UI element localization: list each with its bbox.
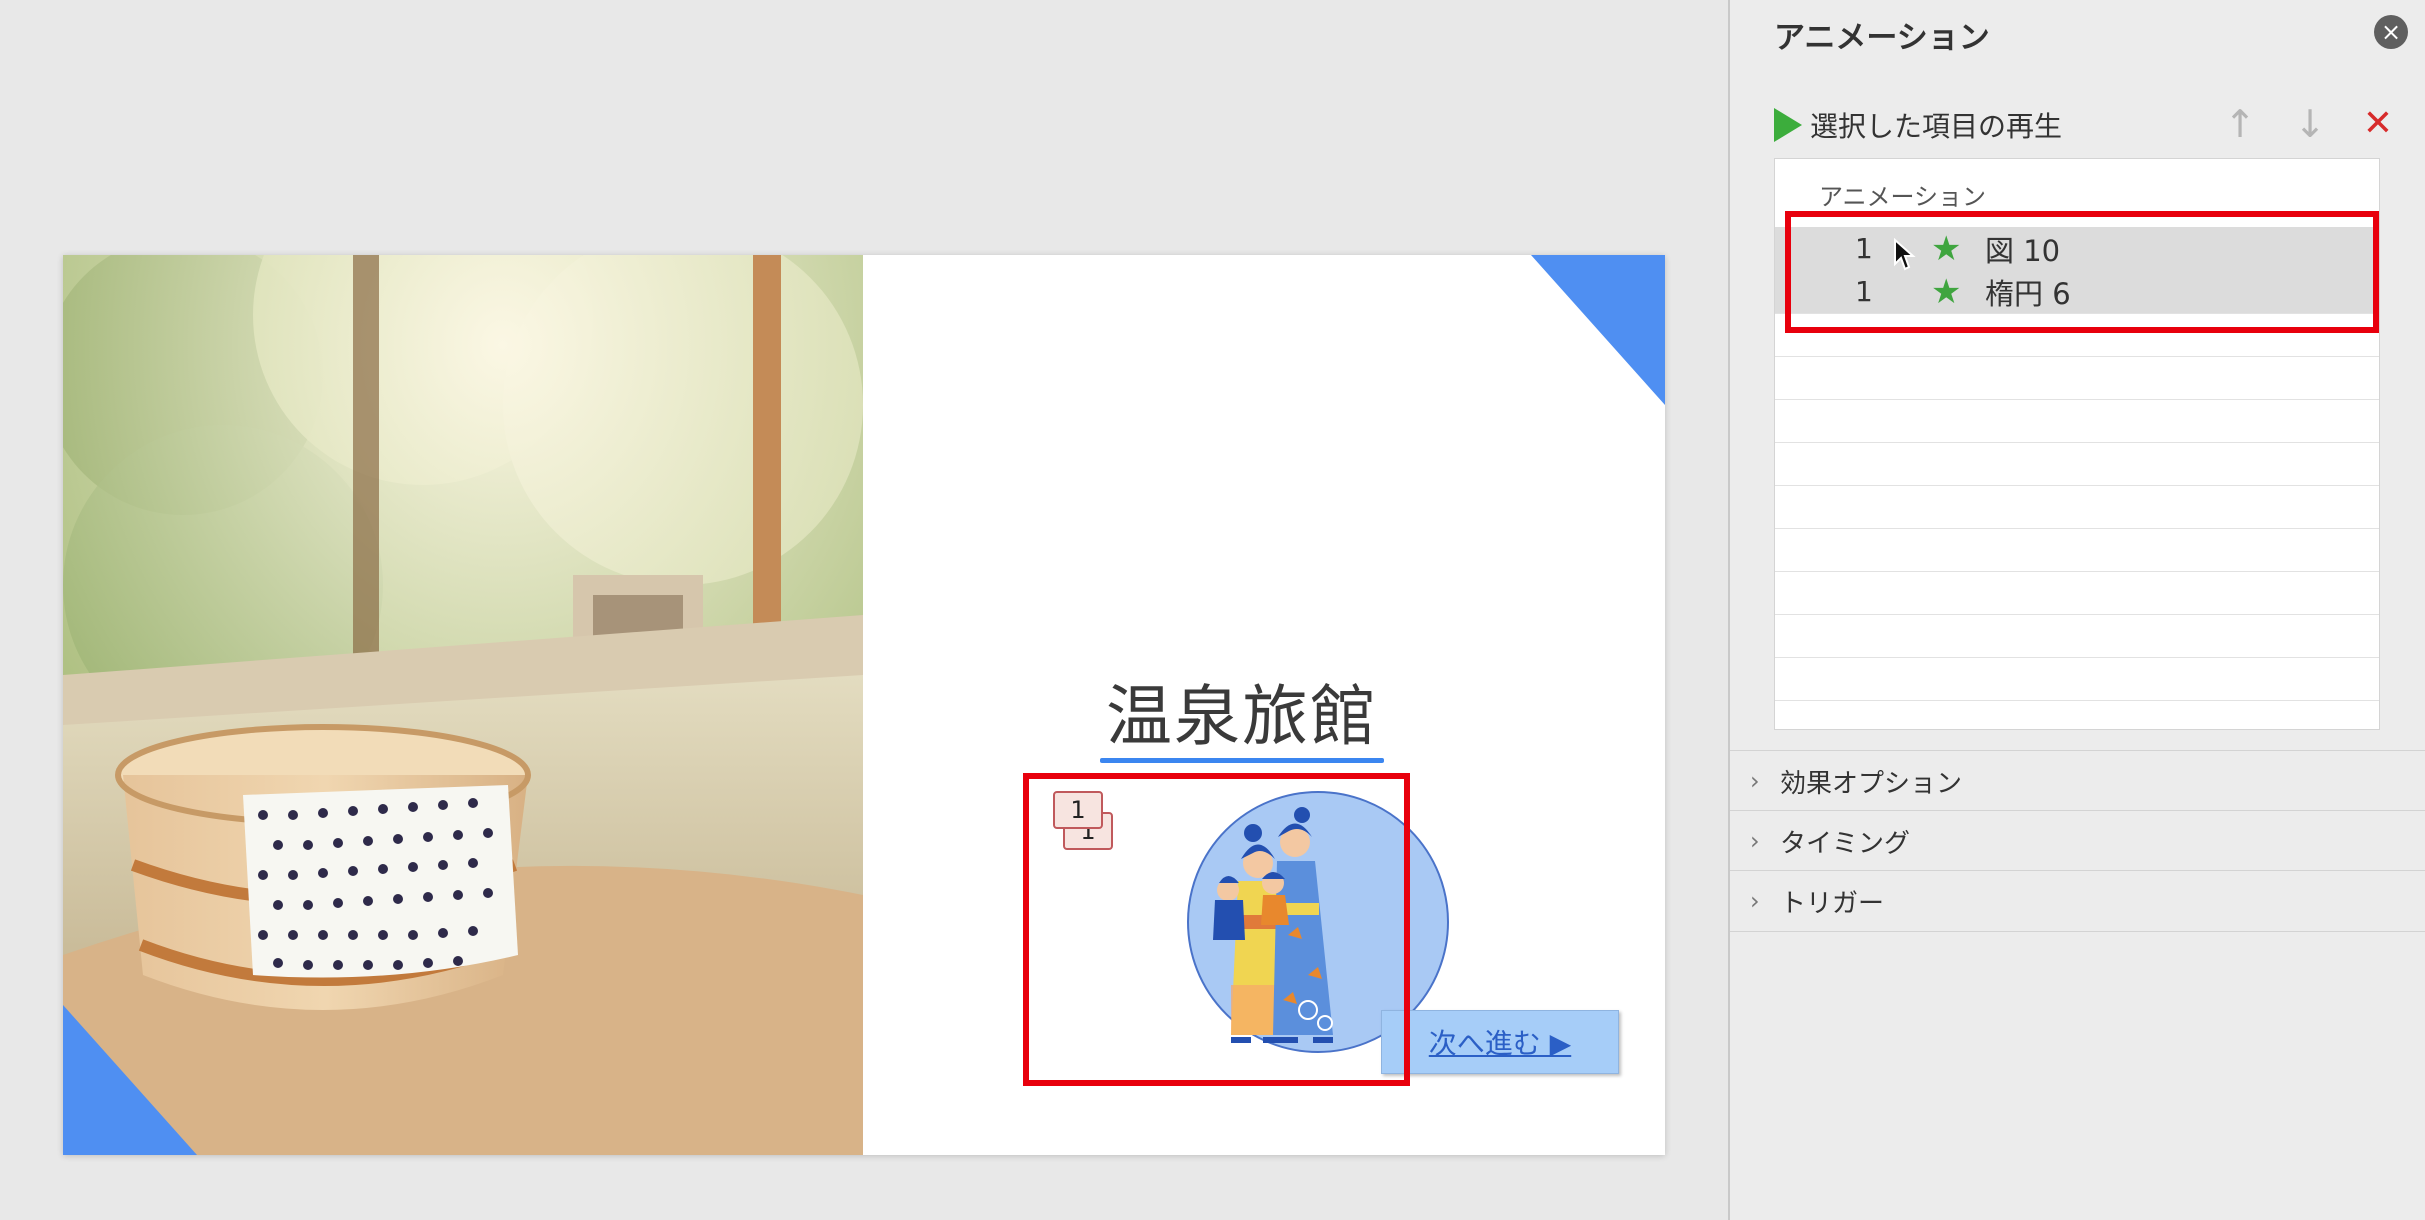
animation-order: 1 — [1855, 275, 1873, 308]
chevron-right-icon: › — [1750, 767, 1760, 795]
empty-list-row — [1775, 442, 2379, 486]
section-trigger[interactable]: › トリガー — [1730, 870, 2425, 932]
play-selected-label: 選択した項目の再生 — [1810, 110, 2063, 143]
section-label: 効果オプション — [1780, 768, 1963, 799]
play-icon — [1774, 108, 1802, 142]
corner-triangle-top-right — [1531, 255, 1665, 405]
animation-target-name: 図 10 — [1985, 233, 2061, 268]
slide-title[interactable]: 温泉旅館 — [1097, 663, 1387, 759]
animation-order-tag-front: 1 — [1053, 791, 1103, 829]
animation-list-item[interactable]: 1 ★ 楕円 6 — [1775, 270, 2379, 313]
slide-canvas: 温泉旅館 1 1 次へ進む ▶ — [0, 0, 1728, 1220]
animation-list: アニメーション 1 ★ 図 10 1 ★ 楕円 6 — [1774, 158, 2380, 730]
entrance-effect-star-icon: ★ — [1931, 228, 1962, 269]
empty-list-row — [1775, 399, 2379, 443]
move-down-arrow-icon[interactable]: ↓ — [2290, 104, 2330, 144]
section-label: トリガー — [1780, 888, 1885, 919]
chevron-right-icon: › — [1750, 827, 1760, 855]
title-underline — [1100, 758, 1384, 763]
close-icon[interactable]: × — [2374, 15, 2408, 49]
animation-pane: アニメーション × 選択した項目の再生 ↑ ↓ ✕ アニメーション 1 ★ 図 … — [1728, 0, 2425, 1220]
section-label: タイミング — [1780, 828, 1911, 859]
section-effect-options[interactable]: › 効果オプション — [1730, 750, 2425, 811]
empty-list-row — [1775, 485, 2379, 529]
empty-list-row — [1775, 528, 2379, 572]
section-timing[interactable]: › タイミング — [1730, 810, 2425, 871]
next-button[interactable]: 次へ進む ▶ — [1381, 1010, 1619, 1074]
animation-list-header: アニメーション — [1819, 183, 1987, 211]
animation-target-name: 楕円 6 — [1985, 276, 2071, 311]
pane-title: アニメーション — [1774, 20, 1990, 56]
slide[interactable]: 温泉旅館 1 1 次へ進む ▶ — [63, 255, 1665, 1155]
move-up-arrow-icon[interactable]: ↑ — [2220, 104, 2260, 144]
empty-list-row — [1775, 313, 2379, 357]
corner-triangle-bottom-left — [63, 1005, 197, 1155]
empty-list-row — [1775, 700, 2379, 744]
play-selected-button[interactable]: 選択した項目の再生 — [1774, 104, 2062, 146]
empty-list-row — [1775, 657, 2379, 701]
animation-list-item[interactable]: 1 ★ 図 10 — [1775, 227, 2379, 270]
empty-list-row — [1775, 356, 2379, 400]
mouse-cursor-icon — [1894, 238, 1916, 271]
empty-list-row — [1775, 571, 2379, 615]
animation-order: 1 — [1855, 232, 1873, 265]
entrance-effect-star-icon: ★ — [1931, 271, 1962, 312]
remove-animation-icon[interactable]: ✕ — [2358, 104, 2398, 144]
chevron-right-icon: › — [1750, 887, 1760, 915]
empty-list-row — [1775, 614, 2379, 658]
